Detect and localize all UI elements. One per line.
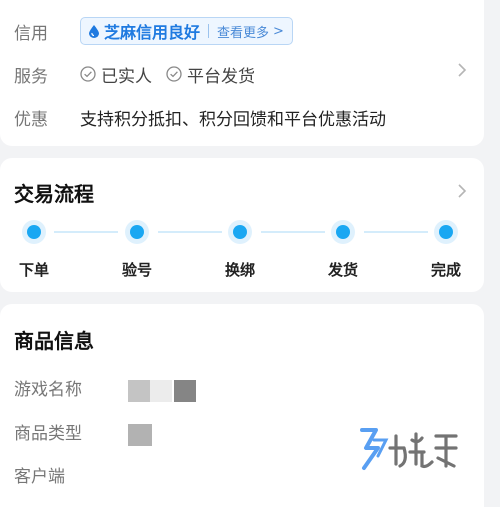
game-name-label: 游戏名称	[14, 380, 82, 400]
step-dot	[22, 220, 46, 244]
credit-label: 信用	[14, 23, 48, 44]
step-label-complete: 完成	[430, 261, 461, 279]
credit-row: 信用 芝麻信用良好 查看更多 >	[14, 16, 293, 46]
offer-label: 优惠	[14, 109, 48, 130]
badge-divider	[208, 24, 210, 38]
trust-info-card: 信用 芝麻信用良好 查看更多 > 服务 已实人 平台发货 优惠 支持积分抵扣、积…	[0, 0, 484, 146]
product-type-label: 商品类型	[14, 424, 82, 444]
step-label-deliver: 发货	[327, 261, 358, 279]
service-tag-verified: 已实人	[80, 62, 152, 87]
credit-level-text: 芝麻信用良好	[104, 23, 201, 42]
credit-badge[interactable]: 芝麻信用良好 查看更多 >	[80, 17, 293, 45]
service-tag-delivery: 平台发货	[166, 62, 255, 87]
check-circle-icon	[80, 66, 96, 82]
service-row[interactable]: 服务 已实人 平台发货	[14, 59, 269, 89]
product-detail-page: 信用 芝麻信用良好 查看更多 > 服务 已实人 平台发货 优惠 支持积分抵扣、积…	[0, 0, 500, 507]
step-connector	[158, 231, 222, 233]
step-label-verify: 验号	[121, 261, 152, 279]
chevron-right-icon[interactable]	[456, 62, 468, 78]
offer-row: 优惠 支持积分抵扣、积分回馈和平台优惠活动	[14, 102, 386, 132]
step-dot	[228, 220, 252, 244]
step-dot	[125, 220, 149, 244]
service-tag-text: 已实人	[101, 66, 152, 87]
check-circle-icon	[166, 66, 182, 82]
nine-game-watermark-icon	[360, 428, 458, 470]
process-steps: 下单 验号 换绑 发货 完成	[0, 158, 484, 292]
product-type-value-redacted	[128, 424, 152, 446]
step-label-rebind: 换绑	[224, 261, 255, 279]
step-connector	[364, 231, 428, 233]
water-drop-icon	[89, 24, 99, 38]
step-dot	[331, 220, 355, 244]
step-connector	[54, 231, 118, 233]
step-connector	[261, 231, 325, 233]
client-label: 客户端	[14, 467, 65, 487]
step-dot	[434, 220, 458, 244]
service-label: 服务	[14, 66, 48, 87]
trade-process-card[interactable]: 交易流程 下单 验号 换绑 发货 完成	[0, 158, 484, 292]
service-tag-text: 平台发货	[187, 66, 255, 87]
offer-text: 支持积分抵扣、积分回馈和平台优惠活动	[80, 109, 386, 130]
product-info-title: 商品信息	[14, 329, 94, 353]
redacted-block	[128, 380, 150, 402]
redacted-block	[150, 380, 172, 402]
product-info-card: 商品信息 游戏名称 商品类型 客户端	[0, 304, 484, 507]
chevron-right-icon: >	[273, 23, 284, 39]
view-more-link[interactable]: 查看更多	[217, 22, 269, 41]
step-label-order: 下单	[18, 261, 49, 279]
redacted-block	[174, 380, 196, 402]
